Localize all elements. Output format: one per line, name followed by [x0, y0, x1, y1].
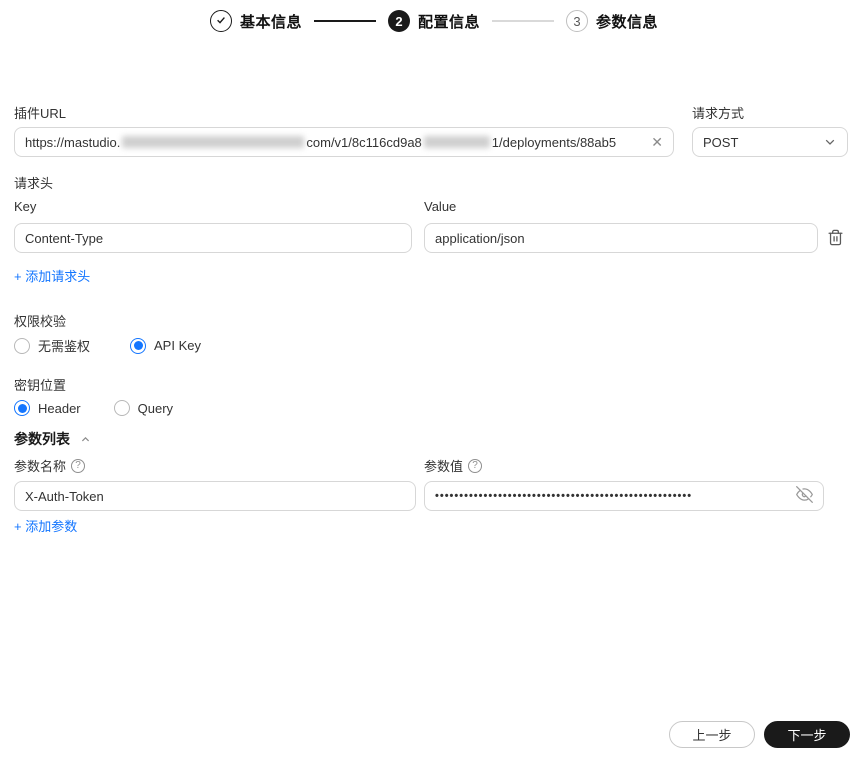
auth-check-radio-group: 无需鉴权 API Key — [14, 336, 201, 355]
radio-option-query[interactable]: Query — [113, 400, 174, 416]
radio-icon[interactable] — [113, 400, 130, 416]
step-param-info: 3 参数信息 — [566, 10, 658, 32]
next-step-button[interactable]: 下一步 — [764, 721, 850, 748]
chevron-up-icon[interactable] — [80, 434, 91, 445]
param-value-input[interactable]: ••••••••••••••••••••••••••••••••••••••••… — [424, 481, 824, 511]
redacted-block — [423, 136, 490, 148]
plugin-config-page: 基本信息 2 配置信息 3 参数信息 插件URL 请求方式 https://ma… — [0, 0, 868, 762]
add-param-link[interactable]: + 添加参数 — [14, 516, 77, 535]
param-name-label: 参数名称 — [14, 459, 67, 474]
step-label: 参数信息 — [596, 13, 659, 31]
url-text-part1: https://mastudio. — [25, 134, 121, 150]
request-method-value: POST — [703, 134, 739, 150]
radio-label: Header — [38, 400, 81, 416]
step-label: 配置信息 — [417, 13, 480, 31]
radio-option-api-key[interactable]: API Key — [130, 337, 201, 354]
chevron-down-icon — [823, 135, 837, 149]
redacted-block — [122, 136, 305, 148]
param-name-input[interactable]: X-Auth-Token — [14, 481, 416, 511]
request-method-select[interactable]: POST — [692, 127, 848, 157]
param-name-value: X-Auth-Token — [25, 488, 104, 504]
key-location-label: 密钥位置 — [14, 378, 67, 393]
header-value-label: Value — [424, 199, 457, 214]
wizard-stepper: 基本信息 2 配置信息 3 参数信息 — [0, 8, 868, 34]
radio-option-header[interactable]: Header — [14, 400, 81, 416]
param-value-label: 参数值 — [424, 459, 464, 474]
plugin-url-label: 插件URL — [14, 106, 67, 121]
radio-icon[interactable] — [14, 337, 30, 354]
step-basic-info: 基本信息 — [209, 10, 314, 32]
step-connector — [313, 20, 376, 22]
step-upcoming-circle: 3 — [566, 10, 588, 32]
request-method-label: 请求方式 — [692, 106, 745, 121]
step-current-circle: 2 — [387, 10, 410, 32]
radio-icon[interactable] — [130, 337, 147, 354]
key-location-radio-group: Header Query — [14, 400, 173, 416]
param-value-label-row: 参数值 ? — [424, 456, 483, 475]
help-icon[interactable]: ? — [468, 458, 483, 473]
trash-icon — [827, 229, 844, 249]
radio-label: Query — [137, 400, 174, 416]
request-headers-title: 请求头 — [14, 176, 54, 191]
eye-off-icon — [796, 486, 813, 506]
param-list-title: 参数列表 — [14, 431, 70, 447]
url-text-part2: com/v1/8c116cd9a8 — [306, 134, 422, 150]
toggle-visibility-button[interactable] — [790, 486, 813, 506]
clear-icon[interactable]: ✕ — [645, 135, 663, 149]
header-value-value: application/json — [435, 230, 525, 246]
step-config-info: 2 配置信息 — [387, 10, 492, 32]
radio-icon[interactable] — [14, 400, 30, 416]
radio-label: 无需鉴权 — [38, 339, 91, 354]
param-name-label-row: 参数名称 ? — [14, 456, 86, 475]
add-header-link[interactable]: + 添加请求头 — [14, 266, 90, 285]
check-icon — [215, 14, 227, 29]
previous-step-button[interactable]: 上一步 — [669, 721, 755, 748]
radio-option-no-auth[interactable]: 无需鉴权 — [14, 336, 90, 355]
step-connector — [492, 20, 554, 22]
header-key-input[interactable]: Content-Type — [14, 223, 412, 253]
step-done-circle — [209, 10, 232, 32]
radio-label: API Key — [154, 338, 201, 353]
help-icon[interactable]: ? — [71, 458, 86, 473]
param-list-title-row: 参数列表 — [14, 429, 91, 449]
header-key-value: Content-Type — [25, 230, 104, 246]
step-label: 基本信息 — [239, 13, 302, 31]
auth-check-label: 权限校验 — [14, 314, 67, 329]
header-key-label: Key — [14, 199, 37, 214]
param-masked-value: ••••••••••••••••••••••••••••••••••••••••… — [435, 490, 693, 502]
header-value-input[interactable]: application/json — [424, 223, 818, 253]
delete-header-button[interactable] — [827, 229, 844, 249]
plugin-url-input[interactable]: https://mastudio. com/v1/8c116cd9a8 1/de… — [14, 127, 674, 157]
url-text-part3: 1/deployments/88ab5 — [491, 134, 617, 150]
